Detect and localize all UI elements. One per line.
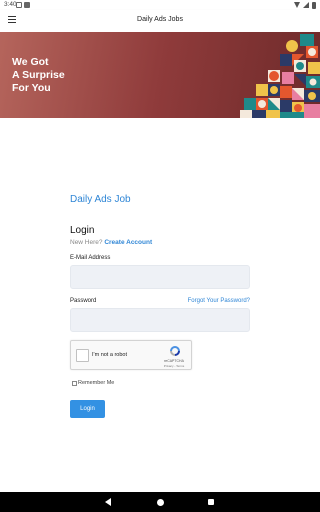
email-label: E-Mail Address bbox=[70, 255, 111, 261]
wifi-icon bbox=[294, 2, 300, 8]
recaptcha-links[interactable]: Privacy - Terms bbox=[161, 364, 187, 368]
remember-me[interactable]: Remember Me bbox=[72, 380, 114, 386]
promo-banner[interactable]: We Got A Surprise For You bbox=[0, 32, 320, 118]
status-time: 3:40 bbox=[4, 1, 17, 8]
remember-me-label: Remember Me bbox=[78, 380, 115, 386]
notification-icons bbox=[16, 2, 30, 8]
new-here-prompt: New Here? Create Account bbox=[70, 239, 152, 246]
password-label: Password bbox=[70, 298, 97, 304]
login-button[interactable]: Login bbox=[70, 400, 105, 418]
battery-icon bbox=[312, 1, 316, 9]
email-field[interactable] bbox=[70, 265, 250, 289]
create-account-link[interactable]: Create Account bbox=[104, 239, 152, 246]
recaptcha-widget: I'm not a robot reCAPTCHA Privacy - Term… bbox=[70, 340, 192, 370]
status-bar: 3:40 bbox=[0, 0, 320, 10]
system-icons bbox=[294, 1, 316, 9]
app-notification-icon bbox=[24, 2, 30, 8]
forgot-password-link[interactable]: Forgot Your Password? bbox=[188, 298, 250, 304]
recent-apps-icon[interactable] bbox=[208, 499, 214, 505]
banner-text: We Got A Surprise For You bbox=[12, 56, 65, 95]
signal-icon bbox=[303, 2, 309, 8]
navigation-bar bbox=[0, 492, 320, 512]
banner-pattern-art bbox=[240, 34, 320, 118]
new-here-text: New Here? bbox=[70, 239, 103, 246]
login-heading: Login bbox=[70, 225, 95, 236]
recaptcha-brand: reCAPTCHA bbox=[164, 359, 184, 363]
password-field[interactable] bbox=[70, 308, 250, 332]
back-icon[interactable] bbox=[105, 498, 111, 506]
app-bar: Daily Ads Jobs bbox=[0, 10, 320, 32]
banner-line-1: We Got bbox=[12, 56, 49, 68]
recaptcha-logo-icon bbox=[170, 346, 180, 356]
recaptcha-checkbox[interactable] bbox=[76, 349, 89, 362]
brand-name: Daily Ads Job bbox=[70, 194, 131, 205]
notification-icon bbox=[16, 2, 22, 8]
home-icon[interactable] bbox=[157, 498, 164, 506]
app-title: Daily Ads Jobs bbox=[137, 16, 183, 23]
remember-me-checkbox[interactable] bbox=[72, 380, 77, 386]
banner-line-2: A Surprise bbox=[12, 69, 65, 81]
banner-line-3: For You bbox=[12, 82, 51, 94]
recaptcha-label: I'm not a robot bbox=[92, 352, 127, 358]
